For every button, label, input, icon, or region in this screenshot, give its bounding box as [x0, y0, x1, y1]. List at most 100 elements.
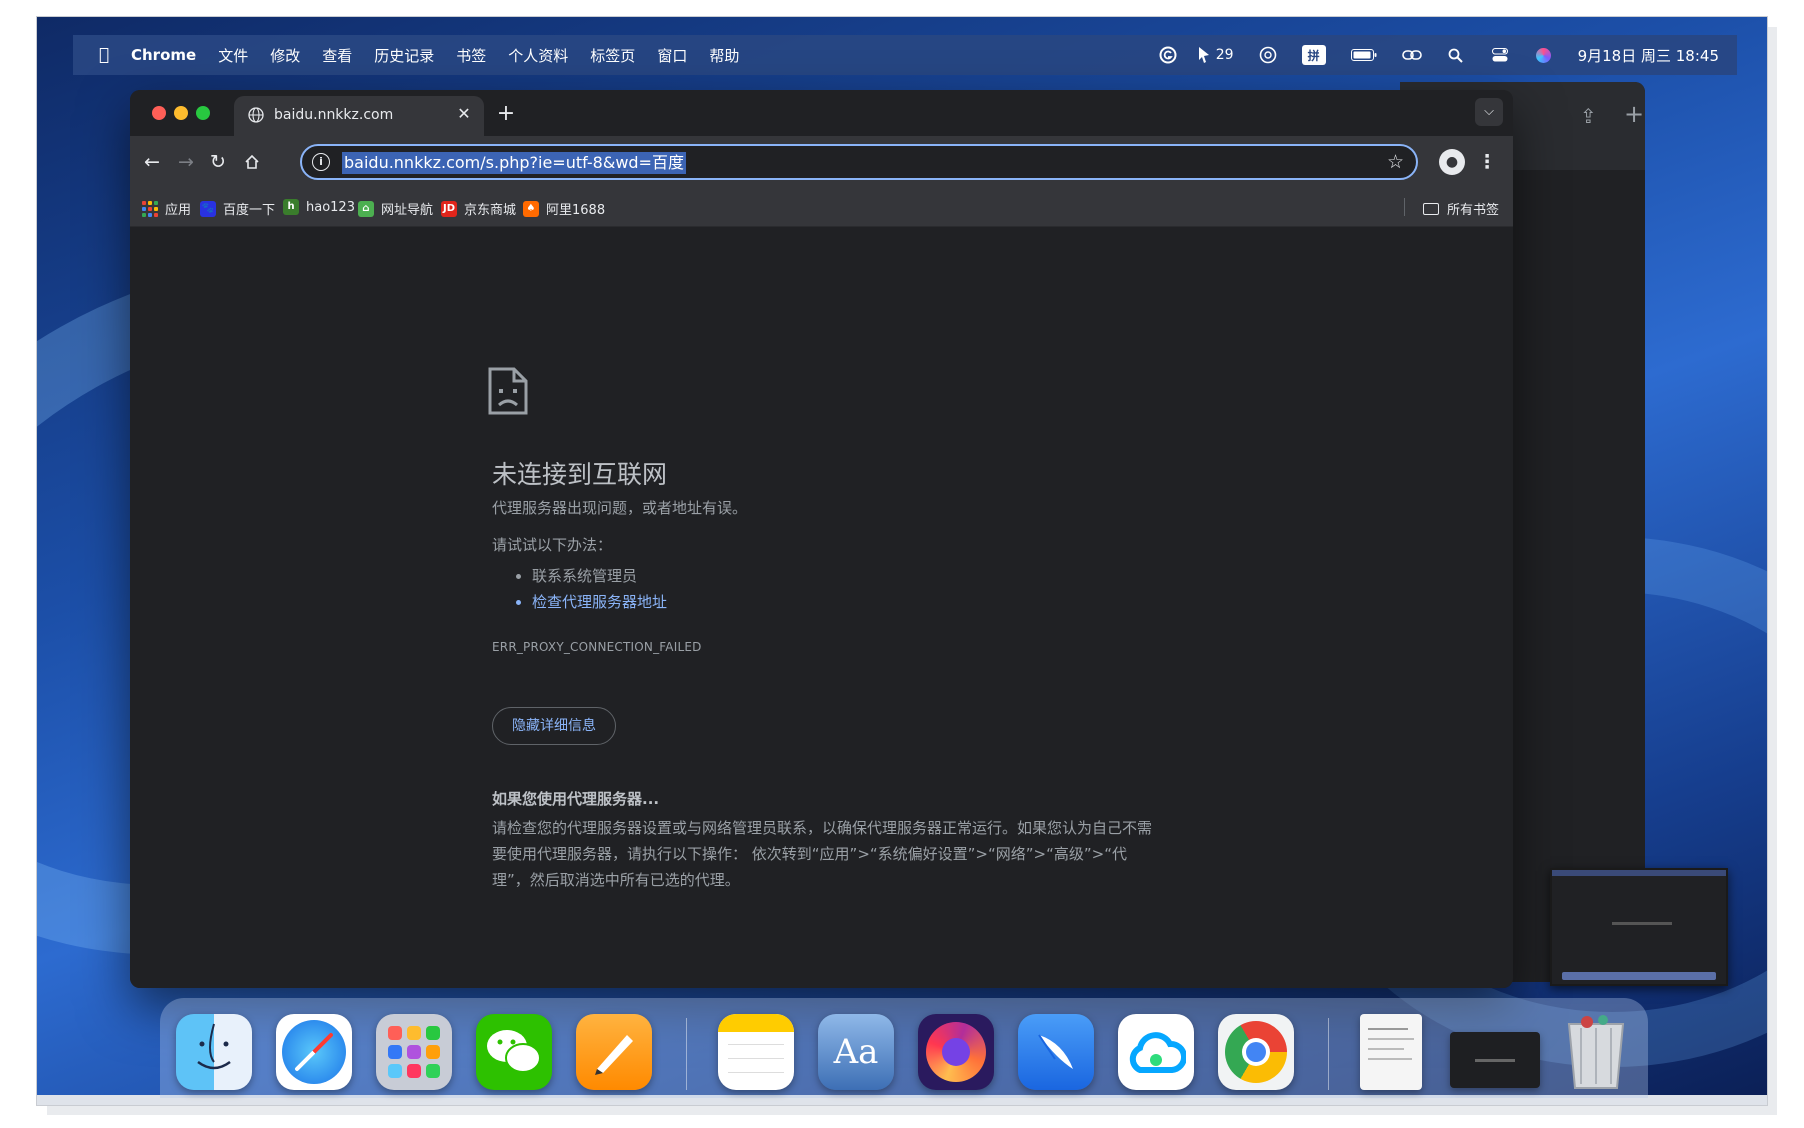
- bookmark-nav[interactable]: ⌂ 网址导航: [358, 199, 433, 218]
- baidu-icon: 🐾: [200, 200, 216, 217]
- spotlight-search-icon[interactable]: [1446, 45, 1466, 65]
- error-page: 未连接到互联网 代理服务器出现问题，或者地址有误。 请试试以下办法： 联系系统管…: [130, 227, 1513, 988]
- globe-icon: [248, 107, 264, 123]
- bookmark-label: 百度一下: [223, 203, 276, 218]
- folder-icon: [1422, 202, 1439, 215]
- dictionary-label: Aa: [833, 1032, 879, 1072]
- suggestion-item: 联系系统管理员: [532, 563, 667, 589]
- menu-view[interactable]: 查看: [322, 45, 352, 66]
- menu-help[interactable]: 帮助: [709, 45, 739, 66]
- bookmark-label: 京东商城: [464, 203, 517, 218]
- finder-icon[interactable]: [176, 1014, 252, 1090]
- screenshot-thumbnail[interactable]: [1550, 868, 1728, 986]
- reload-button[interactable]: ↻: [204, 148, 232, 176]
- trash-icon[interactable]: [1558, 1014, 1634, 1090]
- siri-icon[interactable]: [1534, 45, 1554, 65]
- bookmark-label: 网址导航: [381, 203, 434, 218]
- apps-grid-icon: [142, 200, 158, 217]
- suggestion-list: 联系系统管理员 检查代理服务器地址: [492, 563, 667, 615]
- forward-button[interactable]: →: [172, 148, 200, 176]
- jd-icon: JD: [441, 200, 457, 217]
- grammarly-icon[interactable]: [1158, 45, 1178, 65]
- nav-icon: ⌂: [358, 200, 374, 217]
- menu-edit[interactable]: 修改: [270, 45, 300, 66]
- thumbnail-menubar: [1552, 870, 1726, 876]
- tab-search-button[interactable]: ⌵: [1475, 98, 1503, 126]
- home-button[interactable]: [238, 148, 266, 176]
- cursor-app-icon[interactable]: [1196, 45, 1212, 65]
- new-tab-button[interactable]: +: [492, 100, 520, 128]
- profile-avatar-icon[interactable]: ●: [1439, 149, 1465, 175]
- menubar-app-name[interactable]: Chrome: [131, 46, 196, 64]
- plus-icon[interactable]: +: [1624, 100, 1644, 128]
- bookmark-baidu[interactable]: 🐾 百度一下: [200, 199, 275, 218]
- bookmarks-divider: [1404, 198, 1405, 216]
- chrome-icon[interactable]: [1218, 1014, 1294, 1090]
- thumbnail-dock: [1562, 972, 1716, 980]
- address-bar[interactable]: i baidu.nnkkz.com/s.php?ie=utf-8&wd=百度 ☆: [300, 144, 1418, 180]
- control-center-icon[interactable]: [1490, 45, 1510, 65]
- menu-kebab-icon[interactable]: ⋮: [1473, 148, 1501, 176]
- hao123-icon: h: [283, 199, 299, 215]
- zoom-window-button[interactable]: [196, 106, 210, 120]
- all-bookmarks-label: 所有书签: [1446, 203, 1499, 218]
- menu-window[interactable]: 窗口: [657, 45, 687, 66]
- bookmark-jd[interactable]: JD 京东商城: [441, 199, 516, 218]
- address-bar-url[interactable]: baidu.nnkkz.com/s.php?ie=utf-8&wd=百度: [342, 152, 686, 174]
- wechat-icon[interactable]: [476, 1014, 552, 1090]
- bookmark-hao123[interactable]: h hao123: [283, 199, 355, 215]
- error-try-heading: 请试试以下办法：: [492, 536, 613, 554]
- details-title: 如果您使用代理服务器...: [492, 790, 660, 808]
- baidu-netdisk-icon[interactable]: [1118, 1014, 1194, 1090]
- input-method-icon[interactable]: 拼: [1301, 45, 1326, 65]
- battery-icon[interactable]: [1350, 45, 1378, 65]
- site-info-icon[interactable]: i: [312, 153, 330, 171]
- pages-icon[interactable]: [576, 1014, 652, 1090]
- input-method-label: 拼: [1307, 48, 1320, 63]
- bookmark-apps[interactable]: 应用: [142, 199, 191, 218]
- safari-icon[interactable]: [276, 1014, 352, 1090]
- share-icon[interactable]: ⇪: [1580, 104, 1597, 128]
- dock: Aa: [160, 998, 1648, 1098]
- chrome-window: baidu.nnkkz.com ✕ + ⌵ ← → ↻ i baidu.nnkk…: [130, 90, 1513, 988]
- error-description: 代理服务器出现问题，或者地址有误。: [492, 499, 748, 517]
- notes-icon[interactable]: [718, 1014, 794, 1090]
- bookmark-star-icon[interactable]: ☆: [1387, 151, 1404, 173]
- bookmarks-bar: 应用 🐾 百度一下 h hao123 ⌂ 网址导航 JD 京东商城 ♠ 阿里16…: [130, 188, 1513, 227]
- 1688-icon: ♠: [523, 200, 539, 217]
- dock-separator: [686, 1018, 687, 1090]
- close-window-button[interactable]: [152, 106, 166, 120]
- hide-details-button[interactable]: 隐藏详细信息: [492, 707, 616, 745]
- menubar-clock[interactable]: 9月18日 周三 18:45: [1578, 45, 1719, 66]
- thumbnail-content: [1612, 922, 1672, 925]
- firefox-icon[interactable]: [918, 1014, 994, 1090]
- error-title: 未连接到互联网: [492, 460, 668, 489]
- menu-history[interactable]: 历史记录: [374, 45, 434, 66]
- translate-icon[interactable]: [1258, 45, 1278, 65]
- sad-document-icon: [488, 367, 528, 415]
- menu-profiles[interactable]: 个人资料: [508, 45, 568, 66]
- dictionary-icon[interactable]: Aa: [818, 1014, 894, 1090]
- menu-file[interactable]: 文件: [218, 45, 248, 66]
- close-tab-icon[interactable]: ✕: [454, 104, 474, 124]
- menu-tab[interactable]: 标签页: [590, 45, 635, 66]
- error-code: ERR_PROXY_CONNECTION_FAILED: [492, 640, 702, 654]
- bookmark-label: 应用: [165, 203, 192, 218]
- check-proxy-link[interactable]: 检查代理服务器地址: [532, 589, 667, 615]
- document-stack-icon[interactable]: [1360, 1014, 1422, 1090]
- bookmark-1688[interactable]: ♠ 阿里1688: [523, 199, 605, 218]
- tab-active[interactable]: baidu.nnkkz.com ✕: [234, 96, 484, 136]
- feishu-icon[interactable]: [1018, 1014, 1094, 1090]
- launchpad-icon[interactable]: [376, 1014, 452, 1090]
- back-button[interactable]: ←: [138, 148, 166, 176]
- all-bookmarks-button[interactable]: 所有书签: [1422, 199, 1499, 218]
- link-icon[interactable]: [1401, 45, 1422, 65]
- minimized-window-icon[interactable]: [1450, 1032, 1540, 1088]
- minimize-window-button[interactable]: [174, 106, 188, 120]
- apple-icon[interactable]: : [95, 46, 113, 64]
- bookmark-label: 阿里1688: [546, 203, 606, 218]
- tab-title: baidu.nnkkz.com: [274, 107, 394, 123]
- tab-strip: baidu.nnkkz.com ✕ + ⌵: [130, 90, 1513, 136]
- menu-bookmarks[interactable]: 书签: [456, 45, 486, 66]
- status-badge: 29: [1215, 47, 1234, 63]
